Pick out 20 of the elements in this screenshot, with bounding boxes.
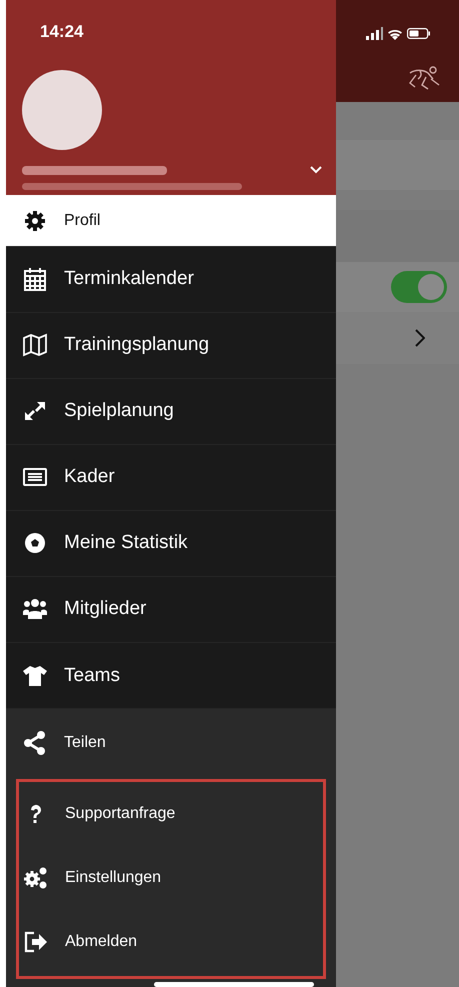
share-icon	[22, 730, 48, 756]
calendar-icon	[22, 266, 48, 292]
running-figure-logo	[406, 65, 442, 91]
menu-item[interactable]: Teams	[6, 643, 336, 710]
battery-icon	[407, 28, 431, 39]
map-icon	[22, 332, 48, 358]
menu-item[interactable]: Trainingsplanung	[6, 312, 336, 379]
toggle-switch[interactable]	[391, 271, 447, 303]
wifi-icon	[388, 28, 402, 40]
status-time: 14:24	[40, 22, 84, 42]
menu-item[interactable]: Kader	[6, 444, 336, 511]
chevron-down-icon[interactable]	[310, 166, 322, 174]
menu-item[interactable]: Spielplanung	[6, 378, 336, 445]
menu-item[interactable]: Terminkalender	[6, 246, 336, 313]
signal-icon	[366, 27, 383, 40]
menu-item[interactable]: Mitglieder	[6, 576, 336, 644]
menu-item[interactable]: Meine Statistik	[6, 510, 336, 577]
gears-icon	[23, 865, 49, 892]
menu-item[interactable]: Profil	[6, 195, 336, 247]
chevron-right-icon[interactable]	[415, 329, 425, 347]
